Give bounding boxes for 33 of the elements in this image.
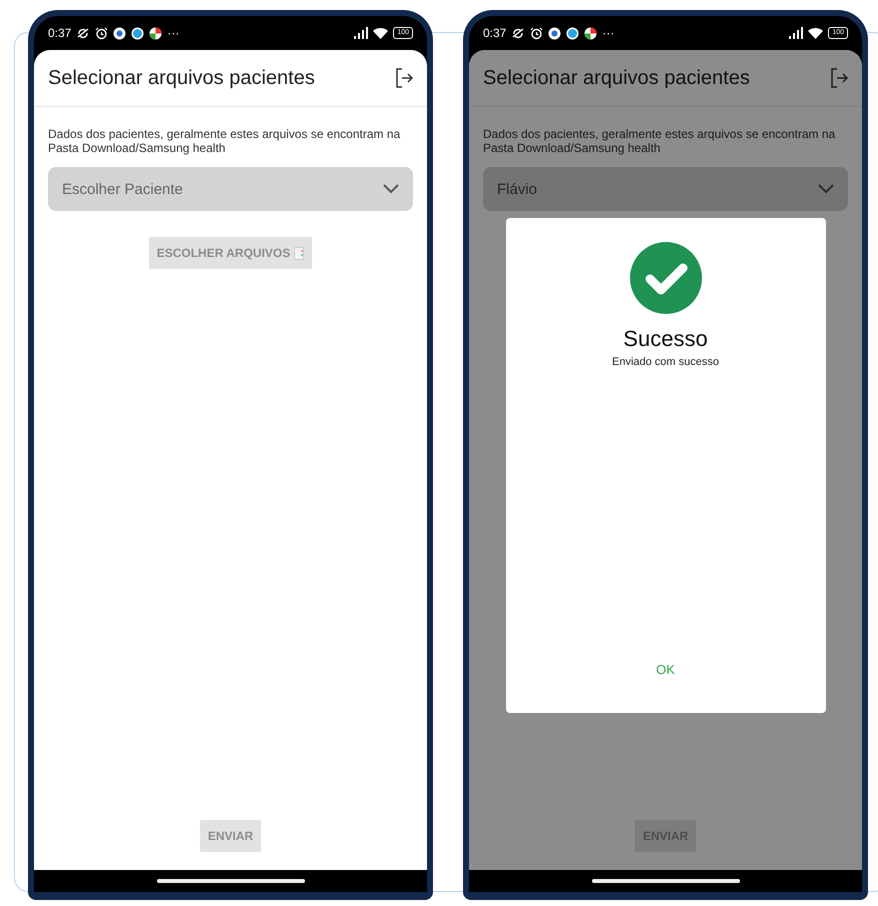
signal-icon [352, 27, 368, 39]
patient-dropdown[interactable]: Escolher Paciente [48, 167, 413, 211]
ok-button[interactable]: OK [644, 656, 687, 683]
circle-app-icon [566, 26, 580, 40]
alarm-clock-icon [95, 26, 108, 40]
check-circle-icon [630, 242, 702, 314]
selected-patient: Flávio [497, 180, 538, 198]
chevron-down-icon [818, 184, 834, 194]
more-notifications: ··· [167, 26, 180, 40]
dropdown-placeholder: Escolher Paciente [62, 180, 183, 198]
ball-icon [149, 26, 162, 40]
chevron-down-icon [383, 184, 399, 194]
wifi-icon [808, 27, 824, 39]
more-notifications: ··· [602, 26, 614, 40]
description-text: Dados dos pacientes, geralmente estes arquivos se encontram na Pasta Download/Samsung health [483, 127, 836, 155]
screen-title: Selecionar arquivos pacientes [48, 66, 315, 90]
sync-off-icon [511, 26, 526, 40]
patient-dropdown[interactable]: Flávio [483, 167, 848, 211]
logout-icon[interactable] [395, 68, 413, 88]
description-text: Dados dos pacientes, geralmente estes arquivos se encontram na Pasta Download/Samsung health [48, 127, 402, 155]
dialog-title: Sucesso [623, 326, 708, 352]
screen-title: Selecionar arquivos pacientes [483, 66, 750, 90]
dialog-message: Enviado com sucesso [612, 356, 719, 368]
circle-app-icon [131, 26, 144, 40]
signal-icon [787, 27, 804, 39]
file-icon [294, 246, 304, 260]
status-time: 0:37 [48, 26, 72, 40]
ball-icon [584, 26, 598, 40]
alarm-clock-icon [530, 26, 544, 40]
logout-icon[interactable] [830, 68, 848, 88]
status-time: 0:37 [483, 26, 506, 40]
sync-off-icon [76, 26, 90, 40]
wifi-icon [373, 27, 388, 39]
